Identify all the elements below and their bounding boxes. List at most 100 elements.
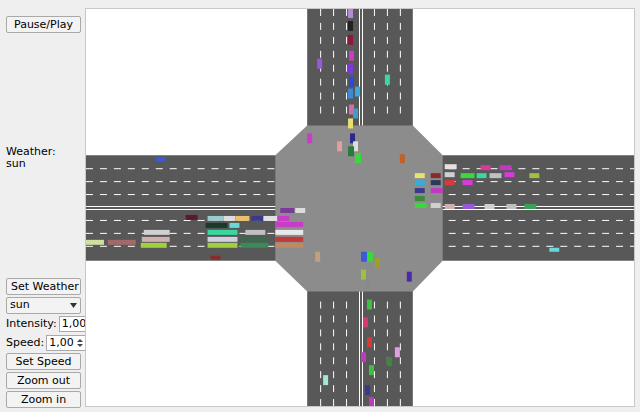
car xyxy=(361,352,366,362)
car xyxy=(186,215,198,220)
car xyxy=(353,108,358,118)
car xyxy=(275,222,303,227)
car xyxy=(206,223,228,228)
car xyxy=(415,196,425,201)
car xyxy=(323,375,328,385)
weather-select-value[interactable]: sun xyxy=(10,297,30,314)
car xyxy=(431,173,441,178)
car xyxy=(504,172,514,177)
car xyxy=(208,230,238,235)
car xyxy=(407,272,412,282)
car xyxy=(365,280,370,290)
car xyxy=(348,9,353,18)
car xyxy=(307,133,312,143)
car xyxy=(348,146,354,156)
car xyxy=(355,153,361,163)
car xyxy=(229,223,239,228)
car xyxy=(367,252,373,262)
car xyxy=(463,204,475,209)
speed: Speed:1,00 xyxy=(6,335,85,352)
car xyxy=(251,216,263,221)
car xyxy=(348,21,353,31)
car xyxy=(141,243,167,248)
set-weather-button[interactable]: Set Weather xyxy=(6,278,81,295)
car xyxy=(445,164,457,169)
car xyxy=(275,243,303,248)
car xyxy=(86,240,104,245)
car xyxy=(369,365,374,375)
spin-arrows-icon[interactable] xyxy=(76,337,84,349)
car xyxy=(275,237,303,242)
weather-status: Weather:sun xyxy=(6,146,85,170)
intensity: Intensity:1,00 xyxy=(6,316,85,333)
set-speed-button[interactable]: Set Speed xyxy=(6,353,81,370)
car xyxy=(506,204,516,209)
weather-value: sun xyxy=(6,158,85,170)
car xyxy=(108,240,136,245)
car xyxy=(463,180,473,185)
car xyxy=(461,173,475,178)
car xyxy=(431,180,441,185)
zoom-in-button[interactable]: Zoom in xyxy=(6,391,81,408)
car xyxy=(431,196,441,201)
car xyxy=(369,397,374,406)
car xyxy=(395,347,400,357)
weather-select[interactable]: sun xyxy=(6,297,81,314)
car xyxy=(348,118,353,128)
pause-play-button[interactable]: Pause/Play xyxy=(6,16,81,33)
car xyxy=(348,89,353,99)
car xyxy=(415,203,427,208)
car xyxy=(144,230,170,235)
car xyxy=(348,64,353,74)
zoom-out-button[interactable]: Zoom out xyxy=(6,372,81,389)
intersection-drawing[interactable] xyxy=(86,9,634,406)
car xyxy=(361,252,367,262)
junction-area xyxy=(275,125,442,291)
car xyxy=(156,157,166,161)
car xyxy=(387,357,392,366)
simulation-canvas[interactable] xyxy=(85,8,635,407)
car xyxy=(280,208,294,213)
car xyxy=(277,216,289,221)
speed-value[interactable]: 1,00 xyxy=(47,336,76,350)
car xyxy=(365,385,370,395)
car xyxy=(400,154,405,163)
car xyxy=(355,87,360,97)
car xyxy=(275,230,303,235)
app-window: Pause/PlayWeather:sunSet WeathersunInten… xyxy=(0,0,640,412)
car xyxy=(549,248,559,252)
car xyxy=(223,216,235,221)
car xyxy=(499,165,511,170)
car xyxy=(431,188,443,193)
car xyxy=(337,141,342,151)
car xyxy=(211,256,221,260)
car xyxy=(445,180,455,185)
car xyxy=(481,165,491,170)
speed-spinbox[interactable]: 1,00 xyxy=(46,335,86,351)
car xyxy=(524,204,536,209)
intensity-label: Intensity: xyxy=(6,316,57,333)
car xyxy=(142,237,170,242)
car xyxy=(263,216,277,221)
car xyxy=(385,75,390,85)
car xyxy=(349,51,354,61)
car xyxy=(361,270,366,280)
car xyxy=(208,243,238,248)
car xyxy=(490,173,502,178)
car xyxy=(415,188,425,193)
car xyxy=(295,208,305,213)
car xyxy=(367,337,372,347)
car xyxy=(208,216,224,221)
car xyxy=(529,173,539,178)
weather-label: Weather: xyxy=(6,146,85,158)
car xyxy=(349,77,354,87)
speed-label: Speed: xyxy=(6,335,44,352)
car xyxy=(240,243,268,248)
car xyxy=(367,300,372,310)
car xyxy=(415,180,425,185)
dropdown-arrow-icon[interactable] xyxy=(70,303,77,308)
car xyxy=(363,317,368,327)
car xyxy=(317,59,322,69)
car xyxy=(240,237,268,242)
car xyxy=(445,172,455,177)
